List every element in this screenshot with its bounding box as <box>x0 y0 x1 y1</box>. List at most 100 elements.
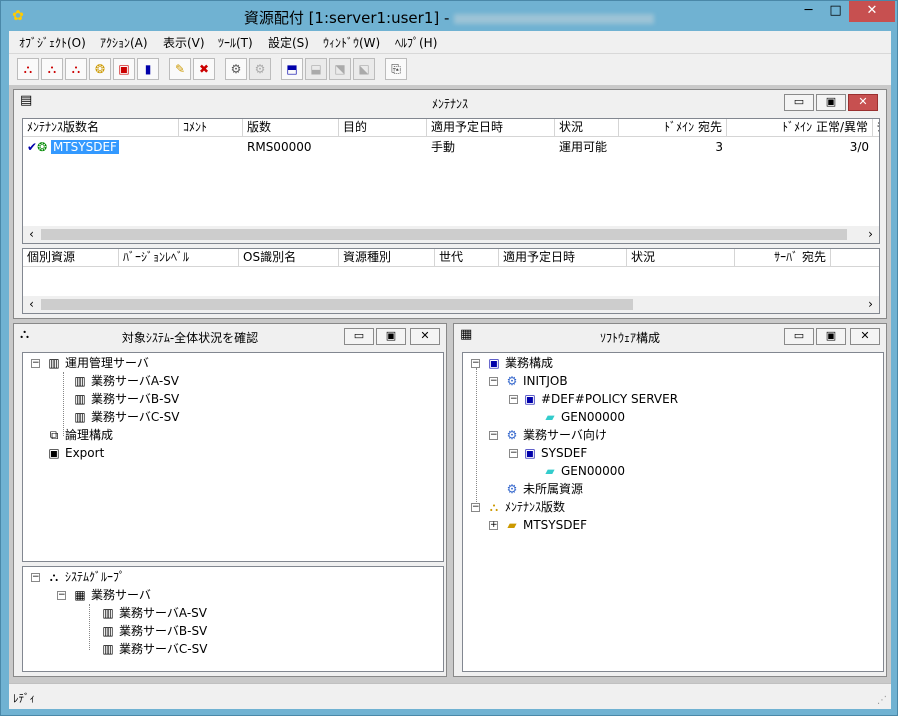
collapse-icon[interactable]: − <box>31 359 40 368</box>
software-panel-header[interactable]: ▦ ｿﾌﾄｳｪｱ構成 ▭ ▣ ✕ <box>454 324 886 348</box>
software-close-button[interactable]: ✕ <box>850 328 880 345</box>
col-comment[interactable]: ｺﾒﾝﾄ <box>179 119 243 137</box>
tree-red-icon[interactable]: ⛬ <box>17 58 39 80</box>
expand-icon[interactable]: + <box>489 521 498 530</box>
menu-tools[interactable]: ﾂｰﾙ(T) <box>218 34 253 51</box>
row-comment <box>179 138 243 156</box>
collapse-icon[interactable]: − <box>57 591 66 600</box>
detail-hscroll[interactable]: ‹ › <box>23 296 879 313</box>
software-minimize-button[interactable]: ▭ <box>784 328 814 345</box>
tree-node[interactable]: ▥ 業務サーバC-SV <box>99 640 207 658</box>
col-os-name[interactable]: OS識別名 <box>239 249 339 267</box>
tree-node[interactable]: ▣ #DEF#POLICY SERVER <box>521 390 678 408</box>
col-resource[interactable]: 個別資源 <box>23 249 119 267</box>
col-detail-extra[interactable] <box>831 249 879 267</box>
col-domain-ok-ng[interactable]: ﾄﾞﾒｲﾝ 正常/異常 <box>727 119 873 137</box>
maximize-button[interactable]: □ <box>822 1 849 22</box>
tree-red2-icon[interactable]: ⛬ <box>41 58 63 80</box>
tree-node[interactable]: ▰ GEN00000 <box>541 408 625 426</box>
resize-grip-icon[interactable]: ⋰ <box>877 695 889 707</box>
scroll-left-icon[interactable]: ‹ <box>23 226 40 243</box>
col-resource-type[interactable]: 資源種別 <box>339 249 435 267</box>
deploy-icon[interactable]: ⬒ <box>281 58 303 80</box>
collapse-icon[interactable]: − <box>509 449 518 458</box>
tree-node[interactable]: ▥ 業務サーバB-SV <box>99 622 207 640</box>
software-tree[interactable]: − ▣ 業務構成 − ⚙ INITJOB − ▣ #DEF#POLICY SERVER… <box>462 352 884 672</box>
menu-object[interactable]: ｵﾌﾞｼﾞｪｸﾄ(O) <box>19 34 86 51</box>
deploy2-icon[interactable]: ⬓ <box>305 58 327 80</box>
maintenance-panel-header[interactable]: ▤ ﾒﾝﾃﾅﾝｽ ▭ ▣ ✕ <box>14 90 886 114</box>
tree-node[interactable]: ▥ 業務サーバA-SV <box>71 372 179 390</box>
tree-node[interactable]: ▥ 業務サーバA-SV <box>99 604 207 622</box>
collapse-icon[interactable]: − <box>31 573 40 582</box>
col-server-dest[interactable]: ｻｰﾊﾞ 宛先 <box>735 249 831 267</box>
tree-node[interactable]: ⧉ 論理構成 <box>45 426 113 444</box>
close-button[interactable]: ✕ <box>849 1 895 22</box>
tree-red3-icon[interactable]: ⛬ <box>65 58 87 80</box>
maintenance-close-button[interactable]: ✕ <box>848 94 878 111</box>
menu-window[interactable]: ｳｨﾝﾄﾞｳ(W) <box>323 34 380 51</box>
tree-node[interactable]: ▥ 運用管理サーバ <box>45 354 149 372</box>
scroll-thumb[interactable] <box>41 229 847 240</box>
col-version-level[interactable]: ﾊﾞｰｼﾞｮﾝﾚﾍﾞﾙ <box>119 249 239 267</box>
detail-scroll-right-icon[interactable]: › <box>862 296 879 313</box>
tree-node[interactable]: ⚙ INITJOB <box>503 372 568 390</box>
title-bar[interactable]: ✿ 資源配付 [1:server1:user1] - ─ □ ✕ <box>1 1 897 31</box>
tree-node[interactable]: ▦ 業務サーバ <box>71 586 151 604</box>
col-status[interactable]: 状況 <box>555 119 619 137</box>
door-icon[interactable]: ▮ <box>137 58 159 80</box>
target-tree-bottom[interactable]: − ⛬ ｼｽﾃﾑｸﾞﾙｰﾌﾟ − ▦ 業務サーバ ▥ 業務サーバA-SV ▥ 業務サーバ… <box>22 566 444 672</box>
maintenance-hscroll[interactable]: ‹ › <box>23 226 879 243</box>
col-maint-name[interactable]: ﾒﾝﾃﾅﾝｽ版数名 <box>23 119 179 137</box>
deploy3-icon[interactable]: ⬔ <box>329 58 351 80</box>
collapse-icon[interactable]: − <box>489 377 498 386</box>
col-domain-dest[interactable]: ﾄﾞﾒｲﾝ 宛先 <box>619 119 727 137</box>
col-detail-schedule[interactable]: 適用予定日時 <box>499 249 627 267</box>
edit-icon[interactable]: ✎ <box>169 58 191 80</box>
menu-settings[interactable]: 設定(S) <box>268 34 309 51</box>
maintenance-minimize-button[interactable]: ▭ <box>784 94 814 111</box>
detail-list[interactable]: 個別資源 ﾊﾞｰｼﾞｮﾝﾚﾍﾞﾙ OS識別名 資源種別 世代 適用予定日時 状況… <box>22 248 880 314</box>
detail-scroll-thumb[interactable] <box>41 299 633 310</box>
tree-node[interactable]: ▥ 業務サーバC-SV <box>71 408 179 426</box>
menu-view[interactable]: 表示(V) <box>163 34 205 51</box>
deploy4-icon[interactable]: ⬕ <box>353 58 375 80</box>
delete-icon[interactable]: ✖ <box>193 58 215 80</box>
copy-icon[interactable]: ⎘ <box>385 58 407 80</box>
collapse-icon[interactable]: − <box>509 395 518 404</box>
maintenance-list[interactable]: ﾒﾝﾃﾅﾝｽ版数名 ｺﾒﾝﾄ 版数 目的 適用予定日時 状況 ﾄﾞﾒｲﾝ 宛先 … <box>22 118 880 244</box>
target-tree-top[interactable]: − ▥ 運用管理サーバ ▥ 業務サーバA-SV ▥ 業務サーバB-SV ▥ 業務サーバC… <box>22 352 444 562</box>
maintenance-maximize-button[interactable]: ▣ <box>816 94 846 111</box>
menu-action[interactable]: ｱｸｼｮﾝ(A) <box>100 34 148 51</box>
software-maximize-button[interactable]: ▣ <box>816 328 846 345</box>
col-detail-status[interactable]: 状況 <box>627 249 735 267</box>
window-icon[interactable]: ▣ <box>113 58 135 80</box>
col-version[interactable]: 版数 <box>243 119 339 137</box>
col-extra[interactable]: ﾁ <box>873 119 879 137</box>
minimize-button[interactable]: ─ <box>795 1 822 22</box>
col-schedule[interactable]: 適用予定日時 <box>427 119 555 137</box>
collapse-icon[interactable]: − <box>489 431 498 440</box>
tree-node[interactable]: ▰ GEN00000 <box>541 462 625 480</box>
tree-node[interactable]: ⛬ ﾒﾝﾃﾅﾝｽ版数 <box>485 498 565 516</box>
tree-node[interactable]: ⚙ 業務サーバ向け <box>503 426 607 444</box>
tree-node[interactable]: ▣ 業務構成 <box>485 354 553 372</box>
collapse-icon[interactable]: − <box>471 503 480 512</box>
col-purpose[interactable]: 目的 <box>339 119 427 137</box>
row-name-text: MTSYSDEF <box>50 140 119 154</box>
menu-help[interactable]: ﾍﾙﾌﾟ(H) <box>395 34 437 51</box>
collapse-icon[interactable]: − <box>471 359 480 368</box>
tree-node[interactable]: ⚙ 未所属資源 <box>503 480 583 498</box>
tree-node[interactable]: ▣ Export <box>45 444 104 462</box>
tree-node[interactable]: ▰ MTSYSDEF <box>503 516 587 534</box>
settings-disabled-icon[interactable]: ⚙ <box>249 58 271 80</box>
tree-node[interactable]: ⛬ ｼｽﾃﾑｸﾞﾙｰﾌﾟ <box>45 568 125 586</box>
settings-icon[interactable]: ⚙ <box>225 58 247 80</box>
tree-node[interactable]: ▥ 業務サーバB-SV <box>71 390 179 408</box>
detail-scroll-left-icon[interactable]: ‹ <box>23 296 40 313</box>
globe-icon[interactable]: ❂ <box>89 58 111 80</box>
tree-node[interactable]: ▣ SYSDEF <box>521 444 587 462</box>
col-generation[interactable]: 世代 <box>435 249 499 267</box>
target-minimize-button[interactable]: ▭ <box>344 328 374 345</box>
scroll-right-icon[interactable]: › <box>862 226 879 243</box>
